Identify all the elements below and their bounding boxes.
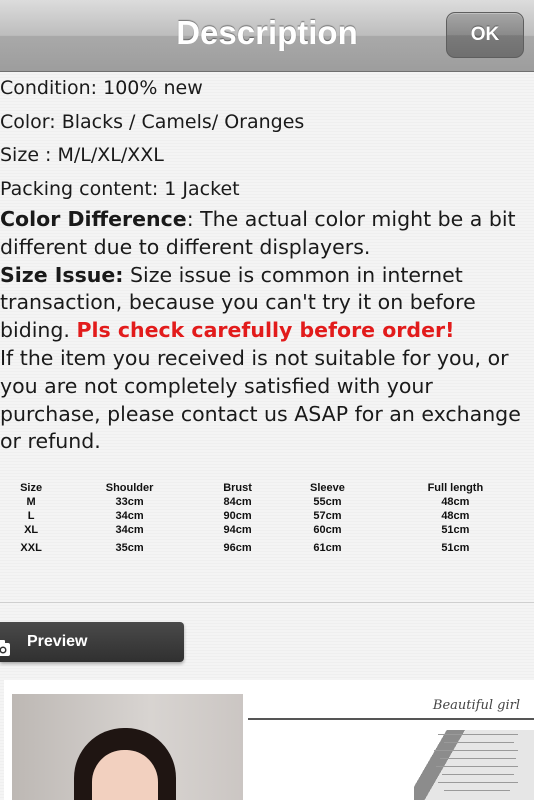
banner-text-line (444, 790, 510, 791)
table-cell: L (27, 510, 35, 522)
table-cell: 48cm (441, 496, 470, 508)
table-cell: 94cm (223, 524, 252, 536)
preview-button-label: Preview (27, 633, 88, 650)
banner-text-line (438, 734, 518, 735)
table-cell: 51cm (441, 524, 470, 536)
size-issue-heading: Size Issue: (0, 262, 124, 287)
table-cell: 33cm (115, 496, 144, 508)
navigation-bar: Description OK (0, 0, 534, 72)
banner-text-line (434, 750, 518, 751)
table-cell: 60cm (313, 524, 342, 536)
table-cell: 48cm (441, 510, 470, 522)
table-cell: 96cm (223, 542, 252, 554)
spec-condition: Condition: 100% new (0, 77, 203, 99)
banner-rule (248, 718, 534, 720)
table-row: L 34cm 90cm 57cm 48cm (0, 509, 534, 523)
table-cell: M (26, 496, 36, 508)
table-header-cell: Brust (223, 482, 252, 494)
table-header-cell: Sleeve (310, 482, 345, 494)
table-cell: 57cm (313, 510, 342, 522)
table-cell: 34cm (115, 510, 144, 522)
spec-color: Color: Blacks / Camels/ Oranges (0, 110, 305, 133)
banner-text-line (438, 782, 518, 783)
ok-button[interactable]: OK (446, 12, 524, 58)
product-photo[interactable] (12, 694, 243, 800)
preview-button[interactable]: Preview (0, 622, 184, 662)
size-issue-paragraph: Size Issue: Size issue is common in inte… (0, 262, 534, 345)
table-row: M 33cm 84cm 55cm 48cm (0, 495, 534, 509)
table-cell: 61cm (313, 542, 342, 554)
size-issue-warning: Pls check carefully before order! (76, 318, 455, 343)
table-cell: 84cm (223, 496, 252, 508)
table-row: XXL 35cm 96cm 61cm 51cm (0, 537, 534, 559)
color-difference-paragraph: Color Difference: The actual color might… (0, 206, 534, 262)
table-cell: 35cm (115, 542, 144, 554)
table-row: XL 34cm 94cm 60cm 51cm (0, 523, 534, 537)
table-header-row: Size Shoulder Brust Sleeve Full length (0, 481, 534, 495)
preview-images: Beautiful girl (4, 680, 534, 800)
product-banner-image[interactable]: Beautiful girl (248, 694, 534, 800)
banner-text-line (444, 742, 514, 743)
spec-packing: Packing content: 1 Jacket (0, 177, 240, 200)
color-difference-heading: Color Difference (0, 207, 187, 231)
banner-script-text: Beautiful girl (432, 698, 520, 713)
table-cell: 34cm (115, 524, 144, 536)
size-table: Size Shoulder Brust Sleeve Full length M… (0, 481, 534, 559)
table-cell: XXL (20, 542, 42, 554)
table-header-cell: Size (20, 482, 43, 494)
banner-text-line (442, 774, 514, 775)
table-cell: 90cm (223, 510, 252, 522)
table-cell: 55cm (313, 496, 342, 508)
description-content: Condition: 100% new Color: Blacks / Came… (0, 72, 534, 456)
section-divider (0, 602, 534, 603)
table-cell: XL (24, 524, 39, 536)
table-header-cell: Shoulder (105, 482, 154, 494)
table-cell: 51cm (441, 542, 470, 554)
banner-text-line (436, 766, 518, 767)
spec-size: Size : M/L/XL/XXL (0, 144, 164, 166)
camera-icon (0, 633, 10, 656)
return-policy-paragraph: If the item you received is not suitable… (0, 345, 521, 454)
banner-text-line (440, 758, 516, 759)
table-header-cell: Full length (427, 482, 484, 494)
